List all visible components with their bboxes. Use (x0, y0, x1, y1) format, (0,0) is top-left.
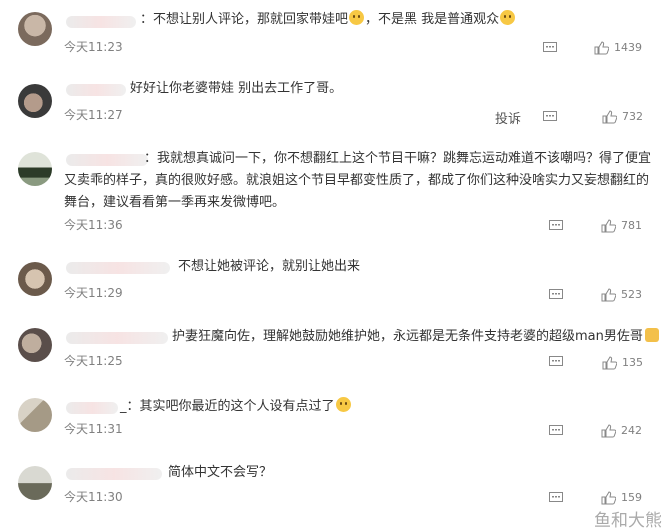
avatar[interactable] (18, 466, 52, 500)
like-count: 732 (622, 110, 643, 123)
like-button[interactable]: 781 (601, 219, 651, 233)
timestamp: 今天11:29 (64, 286, 123, 300)
comment-item: ：我就想真诚问一下，你不想翻红上这个节目干嘛？跳舞忘运动难道不该嘲吗？得了便宜又… (0, 140, 670, 240)
comment-item: _：其实吧你最近的这个人设有点过了 今天11:31 242 (0, 388, 670, 450)
username[interactable] (66, 332, 168, 344)
avatar[interactable] (18, 84, 52, 118)
avatar[interactable] (18, 262, 52, 296)
thumbs-up-icon (601, 219, 616, 233)
username[interactable] (66, 468, 162, 480)
comment-icon[interactable] (549, 356, 563, 368)
timestamp: 今天11:36 (64, 218, 123, 232)
comment-text: 简体中文不会写？ (168, 465, 273, 480)
thumbs-up-icon (602, 110, 617, 124)
comment-text: 不想让她被评论，就别让她出来 (178, 259, 361, 274)
thumbs-up-icon (601, 424, 616, 438)
timestamp: 今天11:23 (64, 40, 123, 54)
like-count: 523 (621, 288, 642, 301)
like-button[interactable]: 159 (601, 491, 651, 505)
report-button[interactable]: 投诉 (495, 108, 521, 127)
emoji-icon (500, 10, 516, 25)
like-button[interactable]: 1439 (594, 41, 654, 55)
username[interactable] (66, 402, 118, 414)
emoji-icon (335, 397, 351, 412)
timestamp: 今天11:25 (64, 354, 123, 368)
like-button[interactable]: 135 (602, 356, 652, 370)
avatar[interactable] (18, 152, 52, 186)
comment-icon[interactable] (543, 111, 557, 123)
avatar[interactable] (18, 12, 52, 46)
comment-text: _：其实吧你最近的这个人设有点过了 (120, 396, 656, 418)
like-count: 135 (622, 356, 643, 369)
thumbs-up-icon (601, 491, 616, 505)
thumbs-up-emoji-icon (644, 328, 659, 342)
like-count: 159 (621, 491, 642, 504)
timestamp: 今天11:31 (64, 422, 123, 436)
comment-item: 不想让她被评论，就别让她出来 今天11:29 523 (0, 250, 670, 312)
like-button[interactable]: 732 (602, 110, 652, 124)
comment-text: 好好让你老婆带娃 别出去工作了哥。 (130, 81, 343, 96)
like-count: 242 (621, 424, 642, 437)
comment-item: 好好让你老婆带娃 别出去工作了哥。 今天11:27 投诉 732 (0, 72, 670, 136)
comment-item: 护妻狂魔向佐，理解她鼓励她维护她，永远都是无条件支持老婆的超级man男佐哥 今天… (0, 318, 670, 382)
username[interactable] (66, 84, 126, 96)
comment-icon[interactable] (549, 220, 563, 232)
avatar[interactable] (18, 398, 52, 432)
thumbs-up-icon (594, 41, 609, 55)
thumbs-up-icon (602, 356, 617, 370)
comment-text: ：我就想真诚问一下，你不想翻红上这个节目干嘛？跳舞忘运动难道不该嘲吗？得了便宜又… (64, 151, 652, 210)
comment-icon[interactable] (549, 289, 563, 301)
comment-icon[interactable] (549, 492, 563, 504)
comment-item: ：不想让别人评论，那就回家带娃吧 ，不是黑 我是普通观众 今天11:23 1439 (0, 0, 670, 64)
thumbs-up-icon (601, 288, 616, 302)
timestamp: 今天11:27 (64, 108, 123, 122)
comment-text: ：不想让别人评论，那就回家带娃吧 ，不是黑 我是普通观众 (140, 9, 656, 31)
comment-item: 简体中文不会写？ 今天11:30 159 (0, 456, 670, 531)
avatar[interactable] (18, 328, 52, 362)
like-count: 781 (621, 219, 642, 232)
like-button[interactable]: 523 (601, 288, 651, 302)
watermark: 鱼和大熊 (594, 511, 662, 531)
like-count: 1439 (614, 41, 642, 54)
username[interactable] (66, 262, 170, 274)
comment-icon[interactable] (543, 42, 557, 54)
username[interactable] (66, 16, 136, 28)
emoji-icon (349, 10, 365, 25)
timestamp: 今天11:30 (64, 490, 123, 504)
like-button[interactable]: 242 (601, 424, 651, 438)
comment-text: 护妻狂魔向佐，理解她鼓励她维护她，永远都是无条件支持老婆的超级man男佐哥 (172, 326, 659, 348)
comment-icon[interactable] (549, 425, 563, 437)
